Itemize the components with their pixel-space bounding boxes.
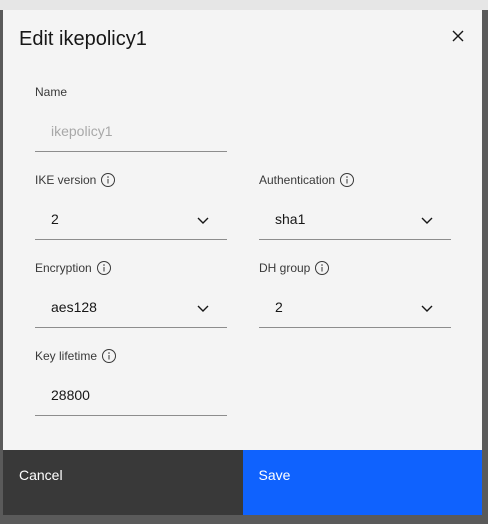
key-lifetime-value: 28800 (51, 387, 90, 403)
dh-group-label: DH group (259, 261, 311, 275)
cancel-label: Cancel (19, 467, 63, 483)
information-icon[interactable] (96, 260, 112, 276)
key-lifetime-label: Key lifetime (35, 349, 98, 363)
information-icon[interactable] (101, 348, 117, 364)
edit-ikepolicy-modal: Edit ikepolicy1 Name ikepolicy1 IKE vers… (3, 10, 482, 515)
name-input[interactable]: ikepolicy1 (35, 112, 227, 152)
modal-title: Edit ikepolicy1 (19, 28, 147, 50)
chevron-down-icon (421, 217, 433, 224)
save-label: Save (258, 467, 291, 483)
cancel-button[interactable]: Cancel (3, 450, 243, 515)
chevron-down-icon (197, 305, 209, 312)
authentication-select[interactable]: sha1 (259, 200, 451, 240)
encryption-label: Encryption (35, 261, 92, 275)
key-lifetime-field: Key lifetime 28800 (35, 348, 227, 416)
chevron-down-icon (421, 305, 433, 312)
information-icon[interactable] (314, 260, 330, 276)
encryption-field: Encryption aes128 (35, 260, 227, 328)
dh-group-value: 2 (275, 299, 283, 315)
close-button[interactable] (446, 24, 470, 48)
chevron-down-icon (197, 217, 209, 224)
authentication-field: Authentication sha1 (259, 172, 451, 240)
dh-group-select[interactable]: 2 (259, 288, 451, 328)
name-label: Name (35, 85, 68, 99)
close-icon (452, 30, 464, 42)
authentication-value: sha1 (275, 211, 306, 227)
encryption-select[interactable]: aes128 (35, 288, 227, 328)
authentication-label: Authentication (259, 173, 336, 187)
name-placeholder: ikepolicy1 (51, 123, 113, 139)
information-icon[interactable] (339, 172, 355, 188)
ike-version-field: IKE version 2 (35, 172, 227, 240)
modal-header: Edit ikepolicy1 (3, 10, 482, 70)
name-field: Name ikepolicy1 (35, 84, 227, 152)
backdrop (0, 0, 488, 10)
save-button[interactable]: Save (242, 450, 482, 515)
ike-version-label: IKE version (35, 173, 97, 187)
modal-footer: Cancel Save (3, 450, 482, 515)
encryption-value: aes128 (51, 299, 97, 315)
key-lifetime-input[interactable]: 28800 (35, 376, 227, 416)
information-icon[interactable] (100, 172, 116, 188)
ike-version-select[interactable]: 2 (35, 200, 227, 240)
dh-group-field: DH group 2 (259, 260, 451, 328)
ike-version-value: 2 (51, 211, 59, 227)
